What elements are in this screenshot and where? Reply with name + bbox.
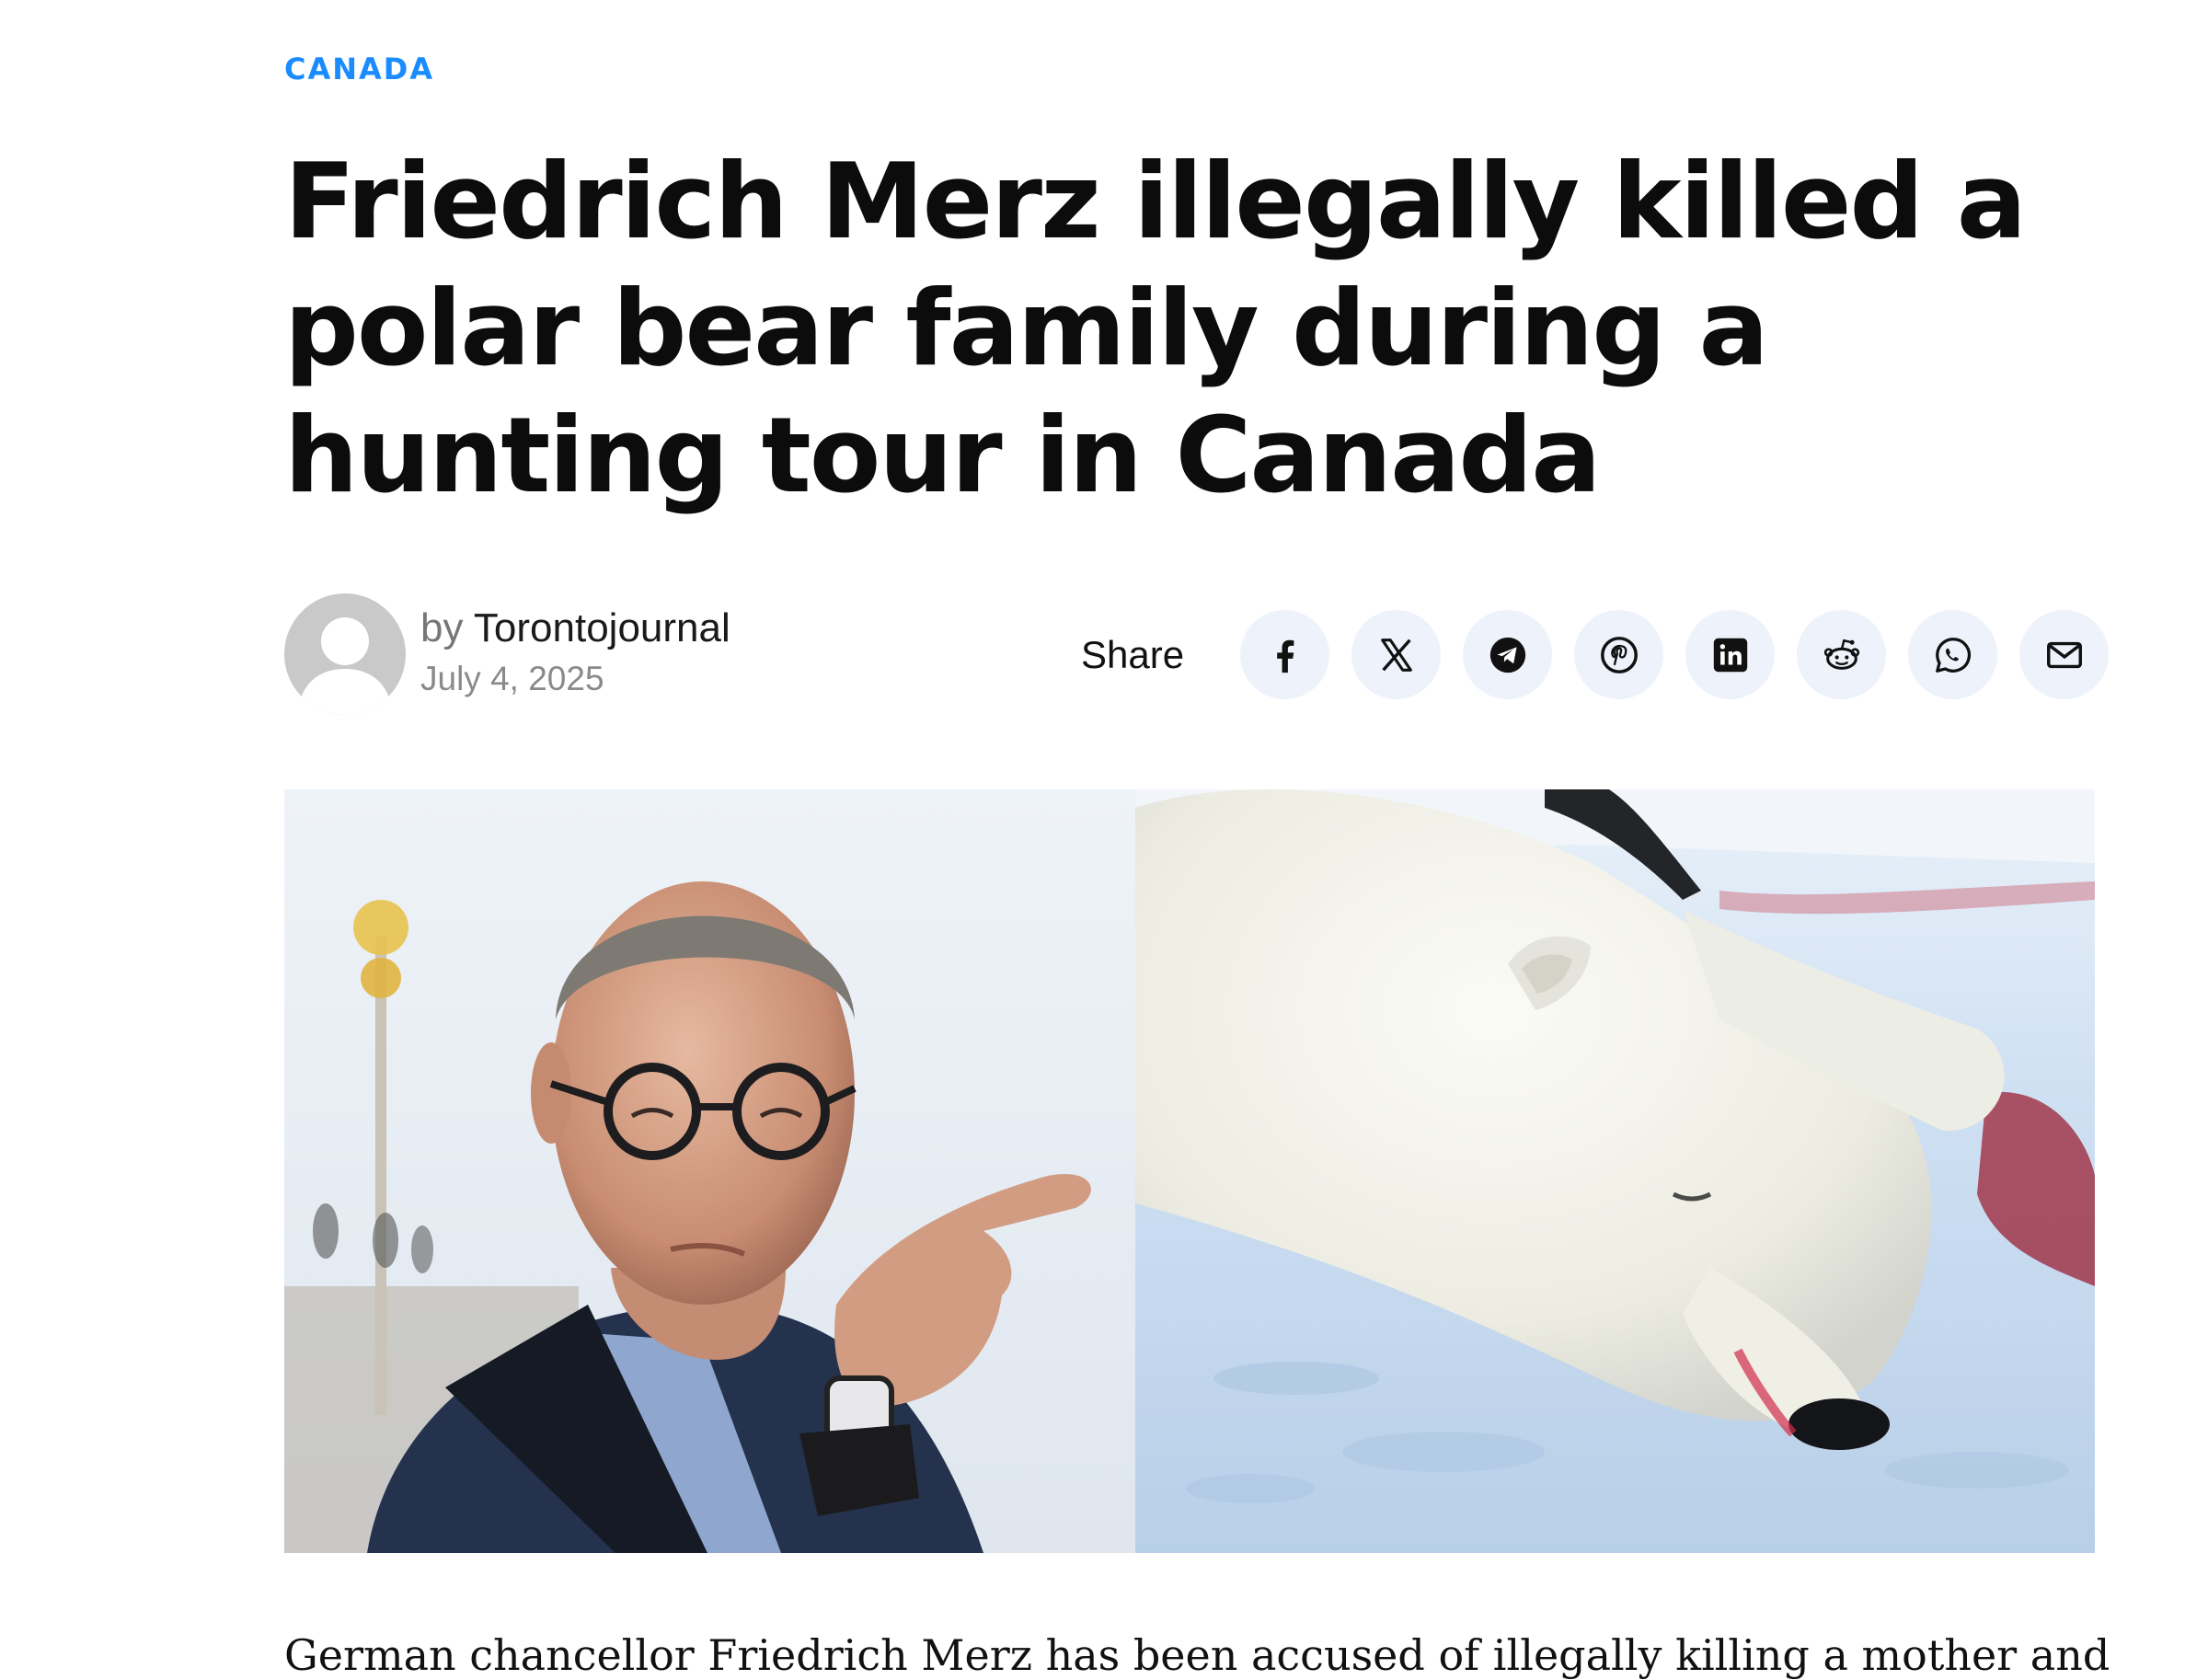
whatsapp-icon (1935, 637, 1971, 673)
share-facebook-button[interactable] (1240, 610, 1329, 699)
telegram-icon (1489, 637, 1525, 673)
linkedin-icon (1713, 638, 1747, 672)
publish-date: July 4, 2025 (420, 660, 604, 697)
facebook-icon (1276, 639, 1294, 673)
byline-prefix: by (420, 605, 464, 650)
share-reddit-button[interactable] (1797, 610, 1886, 699)
author-link[interactable]: Torontojournal (474, 605, 730, 650)
author-avatar[interactable] (284, 593, 406, 715)
article-headline: Friedrich Merz illegally killed a polar … (284, 141, 2027, 516)
x-icon (1380, 638, 1412, 672)
byline: by Torontojournal (420, 605, 730, 651)
share-telegram-button[interactable] (1463, 610, 1552, 699)
article-body-first-line: German chancellor Friedrich Merz has bee… (284, 1630, 2110, 1680)
share-label: Share (1081, 633, 1185, 676)
share-email-button[interactable] (2019, 610, 2109, 699)
share-pinterest-button[interactable] (1574, 610, 1663, 699)
user-silhouette-icon (297, 617, 393, 715)
hero-photo-collage (284, 789, 2095, 1553)
featured-image (284, 789, 2095, 1553)
category-link[interactable]: CANADA (284, 52, 434, 86)
share-whatsapp-button[interactable] (1908, 610, 1997, 699)
share-linkedin-button[interactable] (1685, 610, 1775, 699)
pinterest-icon (1600, 636, 1638, 673)
reddit-icon (1823, 639, 1859, 670)
share-x-button[interactable] (1351, 610, 1441, 699)
mail-icon (2046, 641, 2082, 668)
